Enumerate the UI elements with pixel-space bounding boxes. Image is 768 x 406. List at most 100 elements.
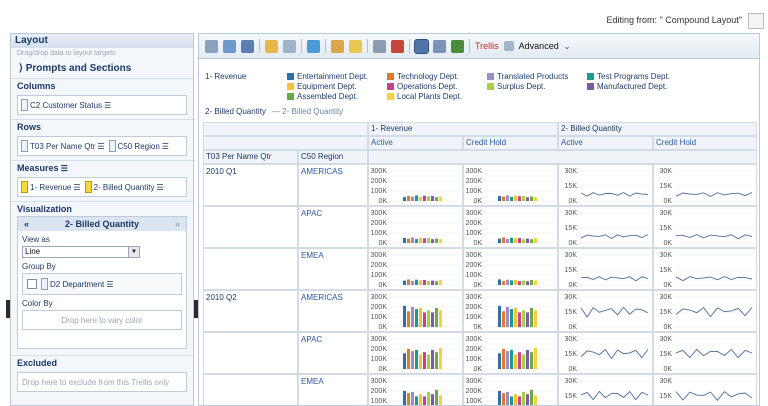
columns-label: Columns (11, 78, 193, 93)
bar-chart-svg: 300K200K100K0K (466, 378, 555, 405)
row-chip-region[interactable]: C50 Region ☰ (108, 140, 169, 152)
legend-item: Assembled Dept. (287, 92, 358, 101)
line-mini-chart: 30K 15K 0K (653, 248, 757, 290)
axis-tick-label: 200K (371, 262, 388, 269)
line-chart-svg: 30K 15K 0K (565, 252, 650, 289)
bar-mark (534, 310, 537, 327)
excluded-drop-target[interactable]: Drop here to exclude from this Trellis o… (17, 372, 187, 392)
axis-tick-label: 0K (473, 198, 482, 205)
bar-mark (502, 393, 505, 405)
bar-chart-svg: 300K200K100K0K (466, 210, 555, 247)
column-header-status: Credit Hold (463, 136, 558, 150)
bar-mark (407, 196, 410, 201)
bar-mark (518, 196, 521, 201)
bar-mark (431, 280, 434, 285)
axis-tick-label: 100K (371, 314, 388, 321)
axis-tick-label: 0K (473, 324, 482, 331)
bar-mini-chart: 300K 200K 100K 0K (463, 164, 558, 206)
bar-chart-svg: 300K200K100K0K (466, 252, 555, 289)
bar-mark (534, 238, 537, 243)
line-mark (580, 234, 649, 240)
rows-drop-target[interactable]: T03 Per Name Qtr ☰ C50 Region ☰ (17, 136, 187, 156)
measures-drop-target[interactable]: 1- Revenue ☰ 2- Billed Quantity ☰ (17, 177, 187, 197)
chip-menu-icon[interactable]: ☰ (162, 142, 169, 151)
column-icon[interactable] (283, 39, 296, 53)
sort-icon[interactable] (451, 39, 464, 53)
line-chart-svg: 30K 15K 0K (660, 294, 754, 331)
axis-tick-label: 100K (466, 230, 483, 237)
color-by-drop-target[interactable]: Drop here to vary color (22, 310, 182, 330)
table-view-icon[interactable] (414, 38, 429, 54)
line-mini-chart: 30K 15K 0K (653, 332, 757, 374)
advanced-icon[interactable] (503, 41, 514, 51)
refresh-icon[interactable] (307, 39, 320, 53)
legend-line-sample: — 2- Billed Quantity (271, 107, 344, 116)
bar-mark (407, 311, 410, 327)
column-chip-customer-status[interactable]: C2 Customer Status ☰ (21, 99, 111, 111)
chip-menu-icon[interactable]: ☰ (156, 183, 163, 192)
help-icon[interactable] (349, 39, 362, 53)
bar-mark (498, 279, 501, 285)
bar-mark (534, 197, 537, 201)
delete-icon[interactable] (391, 39, 404, 53)
visualization-label: Visualization (11, 201, 193, 216)
row-region-cell: AMERICAS (298, 290, 368, 332)
bar-mark (498, 390, 501, 405)
bar-mark (411, 237, 414, 243)
group-by-drop-target[interactable]: D2 Department ☰ (22, 273, 182, 295)
view-icon[interactable] (241, 39, 254, 53)
axis-tick-label: 200K (371, 304, 388, 311)
chip-menu-icon[interactable]: ☰ (106, 280, 113, 289)
line-chart-svg: 30K 15K 0K (660, 336, 754, 373)
row-chip-per-name-qtr[interactable]: T03 Per Name Qtr ☰ (21, 140, 105, 152)
advanced-menu[interactable]: Advanced (519, 41, 559, 51)
chip-menu-icon[interactable]: ☰ (97, 142, 104, 151)
chevron-down-icon[interactable]: ▼ (128, 247, 139, 257)
print-icon[interactable] (205, 39, 218, 53)
top-action-button[interactable] (748, 13, 764, 29)
column-header-measure: 2- Billed Quantity (558, 122, 757, 136)
group-chip-department[interactable]: D2 Department ☰ (41, 278, 113, 290)
bar-mark (518, 352, 521, 369)
filter-icon[interactable] (265, 39, 278, 53)
axis-tick-label: 100K (466, 272, 483, 279)
prompts-and-sections[interactable]: ⟩ Prompts and Sections (11, 60, 193, 78)
legend-swatch (487, 73, 494, 80)
bar-mark (423, 280, 426, 285)
measure-chip-billed-quantity[interactable]: 2- Billed Quantity ☰ (84, 181, 164, 193)
viz-next-icon[interactable]: » (175, 219, 180, 229)
grid-corner (203, 122, 368, 136)
row-region-cell: EMEA (298, 374, 368, 405)
group-by-checkbox[interactable] (27, 279, 37, 289)
bar-mark (526, 281, 529, 285)
axis-tick-label: 15K (565, 393, 578, 400)
bar-mark (506, 351, 509, 369)
line-chart-svg: 30K 15K 0K (565, 210, 650, 247)
row-qtr-cell: 2010 Q2 (203, 290, 298, 332)
columns-drop-target[interactable]: C2 Customer Status ☰ (17, 95, 187, 115)
axis-tick-label: 300K (466, 294, 483, 301)
chip-menu-icon[interactable]: ☰ (73, 183, 80, 192)
left-collapse-handle[interactable] (6, 300, 10, 318)
axis-tick-label: 0K (378, 324, 387, 331)
axis-tick-label: 0K (663, 240, 672, 247)
viz-prev-icon[interactable]: « (24, 219, 29, 229)
axis-tick-label: 100K (371, 188, 388, 195)
chevron-down-icon[interactable]: ⌄ (564, 42, 571, 51)
view-as-select[interactable]: Line ▼ (22, 246, 140, 258)
axis-tick-label: 30K (565, 210, 578, 217)
export-icon[interactable] (223, 39, 236, 53)
line-mark (675, 234, 753, 240)
bar-mark (530, 308, 533, 327)
measures-menu-icon[interactable]: ☰ (59, 164, 68, 173)
axis-tick-label: 30K (565, 378, 578, 385)
axis-tick-label: 100K (371, 356, 388, 363)
bar-mark (498, 353, 501, 369)
calculator-icon[interactable] (373, 39, 386, 53)
axis-tick-label: 0K (568, 282, 577, 289)
chip-menu-icon[interactable]: ☰ (104, 101, 111, 110)
properties-icon[interactable] (331, 39, 344, 53)
bar-mark (419, 354, 422, 369)
layout-view-icon[interactable] (433, 39, 446, 53)
measure-chip-revenue[interactable]: 1- Revenue ☰ (21, 181, 81, 193)
